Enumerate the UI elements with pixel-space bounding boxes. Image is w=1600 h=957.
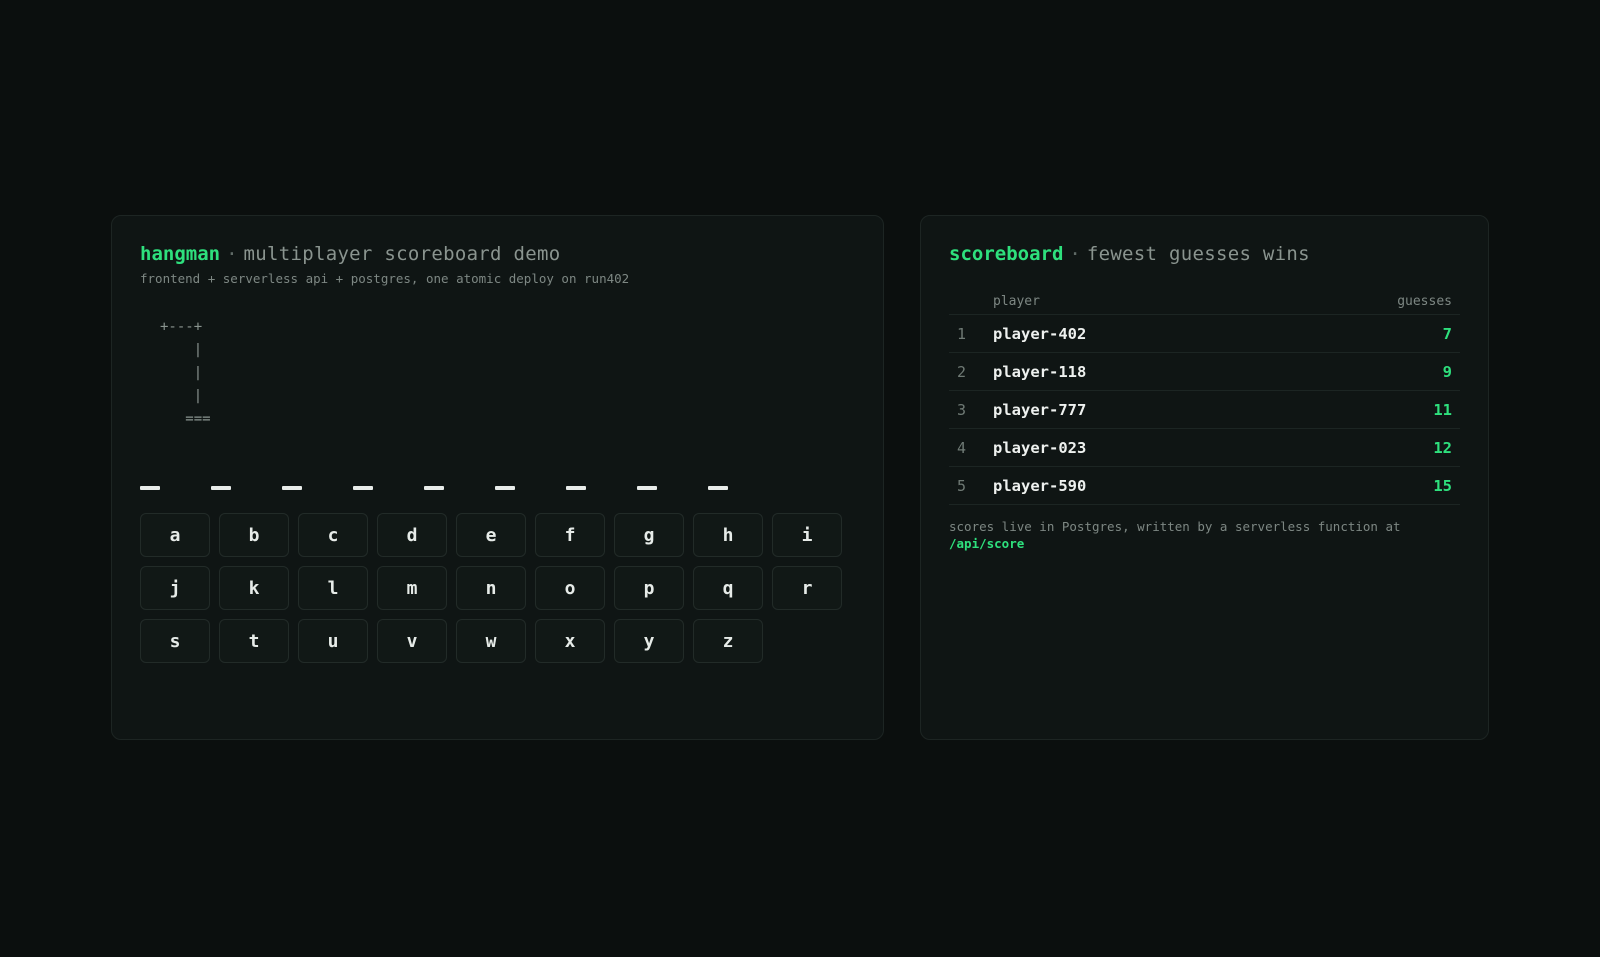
scoreboard-footnote: scores live in Postgres, written by a se…	[949, 518, 1449, 552]
table-row: 3 player-777 11	[949, 390, 1460, 428]
key-a[interactable]: a	[140, 513, 210, 557]
key-p[interactable]: p	[614, 566, 684, 610]
key-h[interactable]: h	[693, 513, 763, 557]
slot-underline	[211, 486, 231, 490]
guesses-cell: 12	[1433, 438, 1452, 457]
key-j[interactable]: j	[140, 566, 210, 610]
player-cell: player-590	[993, 476, 1087, 495]
footnote-text: scores live in Postgres, written by a se…	[949, 519, 1401, 534]
key-m[interactable]: m	[377, 566, 447, 610]
letter-slot	[353, 471, 424, 501]
rank-cell: 2	[957, 362, 967, 381]
game-subtitle: frontend + serverless api + postgres, on…	[140, 271, 630, 286]
scoreboard-title: scoreboard	[949, 243, 1064, 265]
key-n[interactable]: n	[456, 566, 526, 610]
rank-cell: 4	[957, 438, 967, 457]
letter-slot	[282, 471, 353, 501]
player-cell: player-118	[993, 362, 1087, 381]
key-y[interactable]: y	[614, 619, 684, 663]
letter-slot	[495, 471, 566, 501]
key-w[interactable]: w	[456, 619, 526, 663]
player-cell: player-023	[993, 438, 1087, 457]
letter-slot	[211, 471, 282, 501]
slot-underline	[566, 486, 586, 490]
player-cell: player-777	[993, 400, 1087, 419]
table-row: 5 player-590 15	[949, 466, 1460, 505]
title-separator: ·	[1069, 243, 1081, 265]
slot-underline	[353, 486, 373, 490]
key-v[interactable]: v	[377, 619, 447, 663]
key-e[interactable]: e	[456, 513, 526, 557]
letter-slot	[637, 471, 708, 501]
key-t[interactable]: t	[219, 619, 289, 663]
hangman-panel: hangman · multiplayer scoreboard demo fron…	[111, 215, 884, 740]
table-body: 1 player-402 7 2 player-118 9 3 player-777 11 4 pl…	[949, 314, 1460, 505]
table-header: player guesses	[949, 288, 1460, 314]
slot-underline	[282, 486, 302, 490]
scoreboard-title-description: fewest guesses wins	[1086, 243, 1310, 265]
game-title-description: multiplayer scoreboard demo	[243, 243, 561, 265]
header-guesses: guesses	[1397, 293, 1452, 309]
slot-underline	[708, 486, 728, 490]
key-l[interactable]: l	[298, 566, 368, 610]
word-slots	[140, 471, 779, 501]
letter-slot	[708, 471, 779, 501]
letter-slot	[424, 471, 495, 501]
key-d[interactable]: d	[377, 513, 447, 557]
letter-slot	[566, 471, 637, 501]
key-b[interactable]: b	[219, 513, 289, 557]
key-o[interactable]: o	[535, 566, 605, 610]
rank-cell: 5	[957, 476, 967, 495]
key-s[interactable]: s	[140, 619, 210, 663]
header-player: player	[993, 293, 1040, 309]
guesses-cell: 11	[1433, 400, 1452, 419]
table-row: 4 player-023 12	[949, 428, 1460, 466]
scoreboard-panel: scoreboard · fewest guesses wins player gu…	[920, 215, 1489, 740]
guesses-cell: 7	[1442, 324, 1452, 343]
game-title: hangman	[140, 243, 221, 265]
key-k[interactable]: k	[219, 566, 289, 610]
gallows-drawing: +---+ | | | ===	[160, 319, 211, 427]
key-r[interactable]: r	[772, 566, 842, 610]
game-title-row: hangman · multiplayer scoreboard demo	[140, 242, 560, 266]
key-x[interactable]: x	[535, 619, 605, 663]
key-q[interactable]: q	[693, 566, 763, 610]
rank-cell: 3	[957, 400, 967, 419]
table-row: 1 player-402 7	[949, 314, 1460, 352]
title-separator: ·	[226, 243, 238, 265]
key-i[interactable]: i	[772, 513, 842, 557]
slot-underline	[495, 486, 515, 490]
slot-underline	[424, 486, 444, 490]
key-f[interactable]: f	[535, 513, 605, 557]
player-cell: player-402	[993, 324, 1087, 343]
slot-underline	[140, 486, 160, 490]
api-path: /api/score	[949, 536, 1025, 551]
key-c[interactable]: c	[298, 513, 368, 557]
rank-cell: 1	[957, 324, 967, 343]
scoreboard-title-row: scoreboard · fewest guesses wins	[949, 242, 1310, 266]
guesses-cell: 15	[1433, 476, 1452, 495]
key-u[interactable]: u	[298, 619, 368, 663]
table-row: 2 player-118 9	[949, 352, 1460, 390]
letter-slot	[140, 471, 211, 501]
key-g[interactable]: g	[614, 513, 684, 557]
key-z[interactable]: z	[693, 619, 763, 663]
slot-underline	[637, 486, 657, 490]
guesses-cell: 9	[1442, 362, 1452, 381]
scoreboard-table: player guesses 1 player-402 7 2 player-118 9 3…	[949, 288, 1460, 505]
